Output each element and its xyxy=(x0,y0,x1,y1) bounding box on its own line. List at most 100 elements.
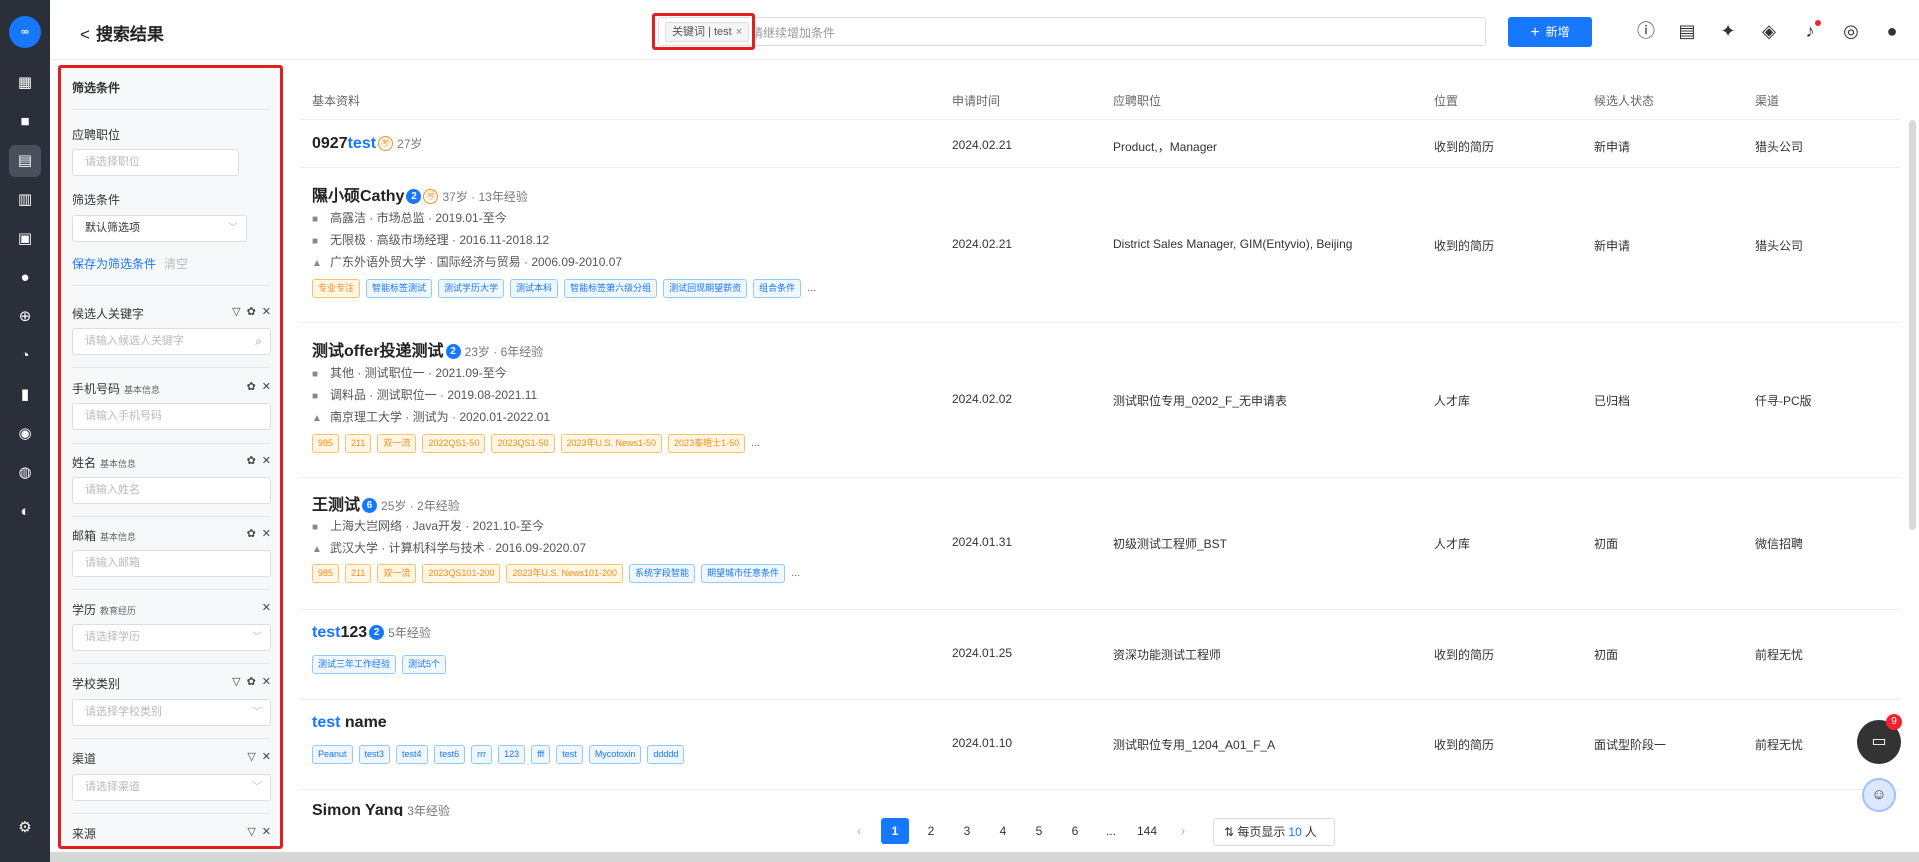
vertical-scrollbar[interactable] xyxy=(1909,120,1916,530)
id-card-icon[interactable]: ▣ xyxy=(9,223,41,255)
candidate-meta: 25岁 · 2年经验 xyxy=(381,499,460,513)
settings-icon[interactable]: ⚙ xyxy=(9,812,41,844)
person-badge-icon[interactable]: ◉ xyxy=(9,418,41,450)
location: 收到的简历 xyxy=(1434,648,1495,662)
dashboard-icon[interactable]: ▦ xyxy=(9,67,41,99)
table-row[interactable]: 隰小硕Cathy 2 ㊢ 37岁 · 13年经验 ■ 高露洁 · 市场总监 · 2019… xyxy=(300,168,1900,323)
position[interactable]: 初级测试工程师_BST xyxy=(1113,535,1227,552)
tag: 2023QS101-200 xyxy=(422,564,501,583)
position[interactable]: 测试职位专用_1204_A01_F_A xyxy=(1113,736,1275,753)
col-status: 候选人状态 xyxy=(1594,94,1655,108)
candidate-name[interactable]: 隰小硕Cathy 2 ㊢ 37岁 · 13年经验 xyxy=(312,182,528,206)
new-button[interactable]: + 新增 xyxy=(1508,17,1592,47)
tag: 2023年U.S. News1-50 xyxy=(560,434,663,453)
candidate-name[interactable]: 测试offer投递测试 2 23岁 · 6年经验 xyxy=(312,337,543,361)
location: 人才库 xyxy=(1434,537,1471,551)
page-5[interactable]: 5 xyxy=(1025,818,1053,844)
education: ▲ 武汉大学 · 计算机科学与技术 · 2016.09-2020.07 xyxy=(312,539,586,556)
page-4[interactable]: 4 xyxy=(989,818,1017,844)
tag: 智能标签第六级分组 xyxy=(564,279,658,298)
more-tags[interactable]: ... xyxy=(791,567,800,579)
candidate-name[interactable]: test123 2 5年经验 xyxy=(312,624,431,642)
more-tags[interactable]: ... xyxy=(807,282,816,294)
table-row[interactable]: 测试offer投递测试 2 23岁 · 6年经验 ■ 其他 · 测试职位一 · 202… xyxy=(300,323,1900,478)
search-placeholder: 请继续增加条件 xyxy=(751,26,836,40)
page-size-value: 10 xyxy=(1288,825,1302,839)
more-tags[interactable]: ... xyxy=(751,437,760,449)
table-row[interactable]: test name Peanut test3 test4 test6 rrr 123 fff… xyxy=(300,700,1900,790)
candidate-name[interactable]: 王测试 6 25岁 · 2年经验 xyxy=(312,491,460,515)
user-avatar-icon[interactable]: ● xyxy=(1881,20,1903,42)
team-icon[interactable]: ◍ xyxy=(9,457,41,489)
table-row[interactable]: 王测试 6 25岁 · 2年经验 ■ 上海大岂网络 · Java开发 · 2021.1… xyxy=(300,478,1900,610)
document-icon[interactable]: ▤ xyxy=(1676,20,1698,42)
channel: 猎头公司 xyxy=(1755,140,1804,154)
chat-icon[interactable]: ● xyxy=(9,262,41,294)
pagination: ‹ 1 2 3 4 5 6 ... 144 › ⇅ 每页显示 10 人 xyxy=(845,818,1345,846)
help-icon[interactable]: ⓘ xyxy=(1635,20,1657,42)
status: 初面 xyxy=(1594,537,1619,551)
tag: 2023泰晤士1-50 xyxy=(668,434,746,453)
position[interactable]: Product,，Manager xyxy=(1113,138,1217,155)
briefcase-icon[interactable]: ■ xyxy=(9,106,41,138)
tag: 期望城市任意条件 xyxy=(701,564,786,583)
search-condition-bar[interactable]: 关键词 | test × 请继续增加条件 xyxy=(658,17,1486,46)
page-last[interactable]: 144 xyxy=(1133,818,1161,844)
next-page-button[interactable]: › xyxy=(1169,818,1197,844)
user-group-icon[interactable]: ◐ xyxy=(9,496,41,528)
back-button[interactable]: < 搜索结果 xyxy=(80,20,164,45)
tag-list: Peanut test3 test4 test6 rrr 123 fff test Mycoto… xyxy=(312,745,690,765)
resume-search-icon[interactable]: ▤ xyxy=(9,145,41,177)
work-experience: ■ 调料品 · 测试职位一 · 2019.08-2021.11 xyxy=(312,386,537,403)
compass-icon[interactable]: ◎ xyxy=(1840,20,1862,42)
name-text: 测试offer投递测试 xyxy=(312,343,444,360)
candidate-name[interactable]: 0927test ㊢ 27岁 xyxy=(312,135,422,153)
position[interactable]: 资深功能测试工程师 xyxy=(1113,646,1221,663)
experience-text: 无限极 · 高级市场经理 · 2016.11-2018.12 xyxy=(330,233,550,247)
candidate-meta: 5年经验 xyxy=(388,626,431,640)
bar-chart-icon[interactable]: ▮ xyxy=(9,379,41,411)
tag: 双一流 xyxy=(377,564,417,583)
prev-page-button[interactable]: ‹ xyxy=(845,818,873,844)
apply-date: 2024.01.10 xyxy=(952,736,1013,750)
education: ▲ 南京理工大学 · 测试为 · 2020.01-2022.01 xyxy=(312,408,550,425)
table-row[interactable]: test123 2 5年经验 测试三年工作经验 测试5个 2024.01.25 资深功… xyxy=(300,610,1900,700)
page-3[interactable]: 3 xyxy=(953,818,981,844)
candidate-meta: 27岁 xyxy=(397,137,423,151)
page-size-selector[interactable]: ⇅ 每页显示 10 人 xyxy=(1213,818,1335,846)
table-row[interactable]: 0927test ㊢ 27岁 2024.02.21 Product,，Manager… xyxy=(300,121,1900,168)
calendar-icon[interactable]: ▥ xyxy=(9,184,41,216)
briefcase-icon: ■ xyxy=(312,369,319,380)
candidate-name[interactable]: Simon Yang 3年经验 xyxy=(312,802,450,816)
page-1[interactable]: 1 xyxy=(881,818,909,844)
education-text: 南京理工大学 · 测试为 · 2020.01-2022.01 xyxy=(330,410,551,424)
assistant-avatar-icon[interactable]: ☺ xyxy=(1862,778,1896,812)
position[interactable]: 测试职位专用_0202_F_无申请表 xyxy=(1113,392,1287,409)
bell-icon[interactable]: ♪ xyxy=(1799,20,1821,42)
tag: 智能标签测试 xyxy=(366,279,433,298)
add-circle-icon[interactable]: ⊕ xyxy=(9,301,41,333)
chat-unread-badge: 9 xyxy=(1886,714,1902,730)
table-row[interactable]: Simon Yang 3年经验 xyxy=(300,790,1900,816)
channel: 微信招聘 xyxy=(1755,537,1804,551)
channel: 仟寻-PC版 xyxy=(1755,394,1812,408)
page-ellipsis[interactable]: ... xyxy=(1097,818,1125,844)
plugin-icon[interactable]: ✦ xyxy=(1717,20,1739,42)
logo[interactable]: ∞ xyxy=(9,16,41,48)
page-2[interactable]: 2 xyxy=(917,818,945,844)
education-text: 广东外语外贸大学 · 国际经济与贸易 · 2006.09-2010.07 xyxy=(330,255,623,269)
candidate-name[interactable]: test name xyxy=(312,714,387,732)
plus-icon: + xyxy=(1530,24,1540,41)
position[interactable]: District Sales Manager, GIM(Entyvio), Be… xyxy=(1113,237,1352,251)
page-6[interactable]: 6 xyxy=(1061,818,1089,844)
tag: 测试本科 xyxy=(510,279,559,298)
tag-list: 985 211 双一流 2022QS1-50 2023QS1-50 2023年U.S. N… xyxy=(312,434,760,454)
support-icon[interactable]: ◈ xyxy=(1758,20,1780,42)
table-header: 基本资料 申请时间 应聘职位 位置 候选人状态 渠道 xyxy=(300,80,1900,120)
tag: Peanut xyxy=(312,745,353,764)
tag: fff xyxy=(531,745,551,764)
resume-badge-icon: ㊢ xyxy=(378,136,394,151)
page-title: 搜索结果 xyxy=(95,25,164,44)
tag: test3 xyxy=(358,745,391,764)
pie-chart-icon[interactable]: ◔ xyxy=(9,340,41,372)
